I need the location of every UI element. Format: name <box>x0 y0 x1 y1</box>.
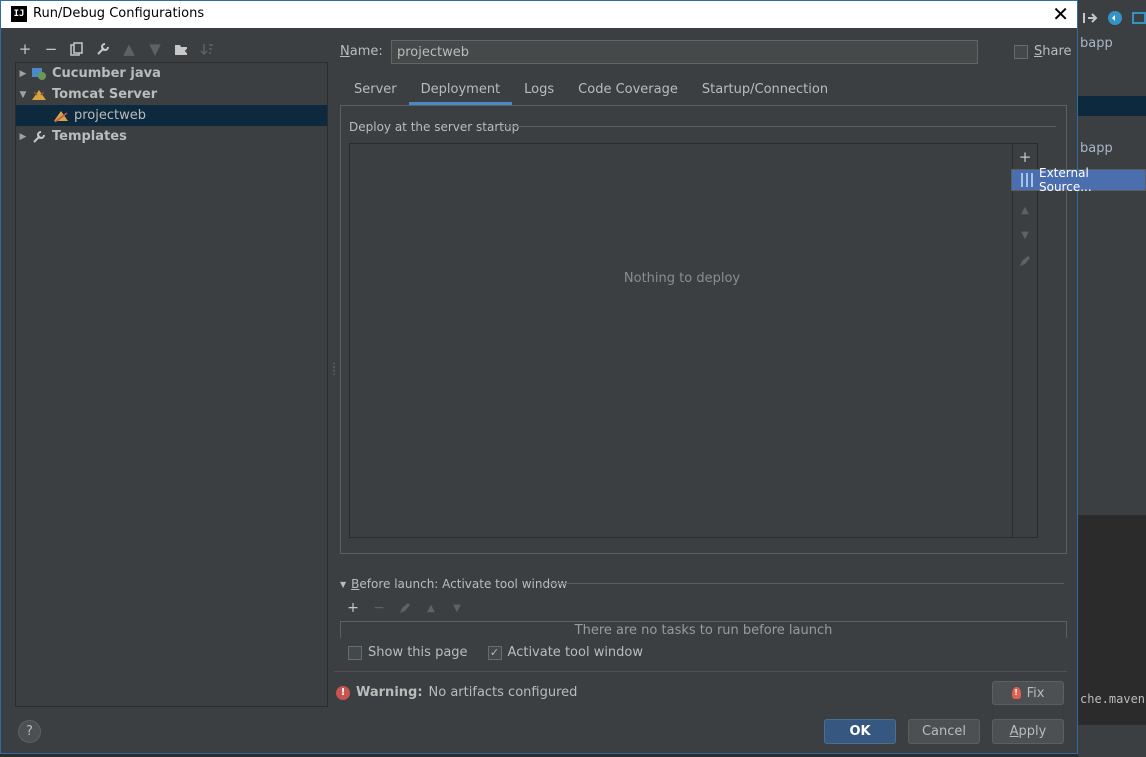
error-icon: ! <box>336 685 350 700</box>
tomcat-icon <box>30 87 48 103</box>
dialog-title: Run/Debug Configurations <box>33 6 205 21</box>
deployment-panel: Deploy at the server startup Nothing to … <box>340 105 1067 554</box>
before-launch-toolbar: + − ▲ ▼ <box>343 600 467 616</box>
name-label: Name: <box>340 44 383 59</box>
popup-item-label: External Source... <box>1038 166 1092 194</box>
deploy-header: Deploy at the server startup <box>349 120 520 134</box>
show-this-page-label: Show this page <box>368 645 468 660</box>
edit-task-icon[interactable] <box>395 600 415 616</box>
before-launch-empty-text: There are no tasks to run before launch <box>574 623 833 638</box>
warning-text: No artifacts configured <box>428 685 578 700</box>
config-tree: ▶ Cucumber java ▼ Tomcat Server projectw… <box>15 62 328 707</box>
ide-text-webapp: bapp <box>1080 36 1113 51</box>
add-task-icon[interactable]: + <box>343 600 363 616</box>
wrench-icon <box>30 129 48 145</box>
ide-refresh-icon[interactable] <box>1107 10 1123 26</box>
ide-console-text: che.maven <box>1080 692 1146 706</box>
splitter-handle[interactable]: ⋮ ⋮ <box>329 363 339 382</box>
tab-server[interactable]: Server <box>342 79 409 105</box>
ide-layout-icon[interactable] <box>1131 10 1146 26</box>
move-down-icon[interactable]: ▼ <box>447 600 467 616</box>
add-icon[interactable]: + <box>15 39 35 59</box>
remove-task-icon[interactable]: − <box>369 600 389 616</box>
help-button[interactable]: ? <box>18 720 41 743</box>
config-tabs: Server Deployment Logs Code Coverage Sta… <box>342 79 840 105</box>
deploy-empty-text: Nothing to deploy <box>623 271 741 286</box>
close-icon[interactable]: ✕ <box>1052 2 1069 26</box>
tree-item-label: Tomcat Server <box>52 87 158 102</box>
footer-divider <box>334 671 1067 672</box>
tomcat-config-icon <box>52 108 70 124</box>
move-down-icon[interactable]: ▼ <box>1017 227 1033 243</box>
tree-item-label: Cucumber java <box>52 66 161 81</box>
activate-tool-window-label: Activate tool window <box>507 645 644 660</box>
collapse-arrow-icon[interactable]: ▼ <box>16 90 30 100</box>
fix-label: Fix <box>1026 685 1045 701</box>
tree-item-templates[interactable]: ▶ Templates <box>16 126 327 147</box>
warning-label: Warning: <box>356 685 423 700</box>
intellij-icon: IJ <box>11 6 27 22</box>
tab-code-coverage[interactable]: Code Coverage <box>566 79 690 105</box>
sort-icon[interactable] <box>197 39 217 59</box>
ide-text-webapp-2: bapp <box>1080 141 1113 156</box>
expand-arrow-icon[interactable]: ▶ <box>16 132 30 142</box>
before-launch-options: Show this page ✓ Activate tool window <box>348 645 643 660</box>
warning-message: ! Warning: No artifacts configured <box>336 685 577 700</box>
name-input[interactable] <box>391 40 978 64</box>
ide-toolbar-icon[interactable] <box>1082 10 1098 26</box>
show-this-page-checkbox[interactable] <box>348 645 362 660</box>
share-label: Share <box>1034 44 1072 59</box>
remove-icon[interactable]: − <box>41 39 61 59</box>
move-up-icon[interactable]: ▲ <box>119 39 139 59</box>
ok-button[interactable]: OK <box>824 719 896 744</box>
collapse-triangle-icon[interactable]: ▼ <box>340 580 346 589</box>
deploy-side-toolbar: + ▲ ▼ <box>1013 143 1038 538</box>
cancel-button[interactable]: Cancel <box>908 719 980 744</box>
expand-arrow-icon[interactable]: ▶ <box>16 69 30 79</box>
tab-startup-connection[interactable]: Startup/Connection <box>690 79 840 105</box>
tab-logs[interactable]: Logs <box>512 79 566 105</box>
activate-tool-window-checkbox[interactable]: ✓ <box>487 645 502 660</box>
tree-item-cucumber-java[interactable]: ▶ Cucumber java <box>16 63 327 84</box>
lightbulb-icon: ! <box>1011 687 1021 699</box>
add-deploy-icon[interactable]: + <box>1017 148 1033 166</box>
move-up-icon[interactable]: ▲ <box>1017 202 1033 218</box>
tab-deployment[interactable]: Deployment <box>408 79 513 105</box>
share-checkbox[interactable] <box>1014 44 1028 59</box>
run-debug-dialog: IJ Run/Debug Configurations ✕ + − ▲ ▼ ▶ … <box>0 0 1078 754</box>
before-launch-header[interactable]: ▼ Before launch: Activate tool window <box>340 577 567 591</box>
wrench-icon[interactable] <box>93 39 113 59</box>
new-folder-icon[interactable] <box>171 39 191 59</box>
deploy-list[interactable]: Nothing to deploy <box>349 143 1013 538</box>
header-divider <box>501 126 1056 127</box>
share-checkbox-group[interactable]: Share <box>1014 44 1072 59</box>
tree-item-projectweb[interactable]: projectweb <box>16 105 327 126</box>
before-launch-label: Before launch: Activate tool window <box>351 577 568 591</box>
move-down-icon[interactable]: ▼ <box>145 39 165 59</box>
tree-item-label: Templates <box>52 129 127 144</box>
before-launch-list[interactable]: There are no tasks to run before launch <box>340 621 1067 638</box>
external-source-icon <box>1021 173 1033 187</box>
move-up-icon[interactable]: ▲ <box>421 600 441 616</box>
fix-button[interactable]: ! Fix <box>992 681 1064 705</box>
add-deploy-popup-item[interactable]: External Source... <box>1011 166 1146 194</box>
edit-pencil-icon[interactable] <box>1017 253 1033 269</box>
cucumber-icon <box>30 66 48 82</box>
copy-icon[interactable] <box>67 39 87 59</box>
before-launch-divider <box>549 583 1064 584</box>
ide-selected-row <box>1078 96 1146 116</box>
config-toolbar: + − ▲ ▼ <box>15 39 217 59</box>
apply-button[interactable]: Apply <box>992 719 1064 744</box>
tree-item-tomcat-server[interactable]: ▼ Tomcat Server <box>16 84 327 105</box>
title-bar: IJ Run/Debug Configurations ✕ <box>1 1 1077 28</box>
tree-item-label: projectweb <box>74 108 147 123</box>
